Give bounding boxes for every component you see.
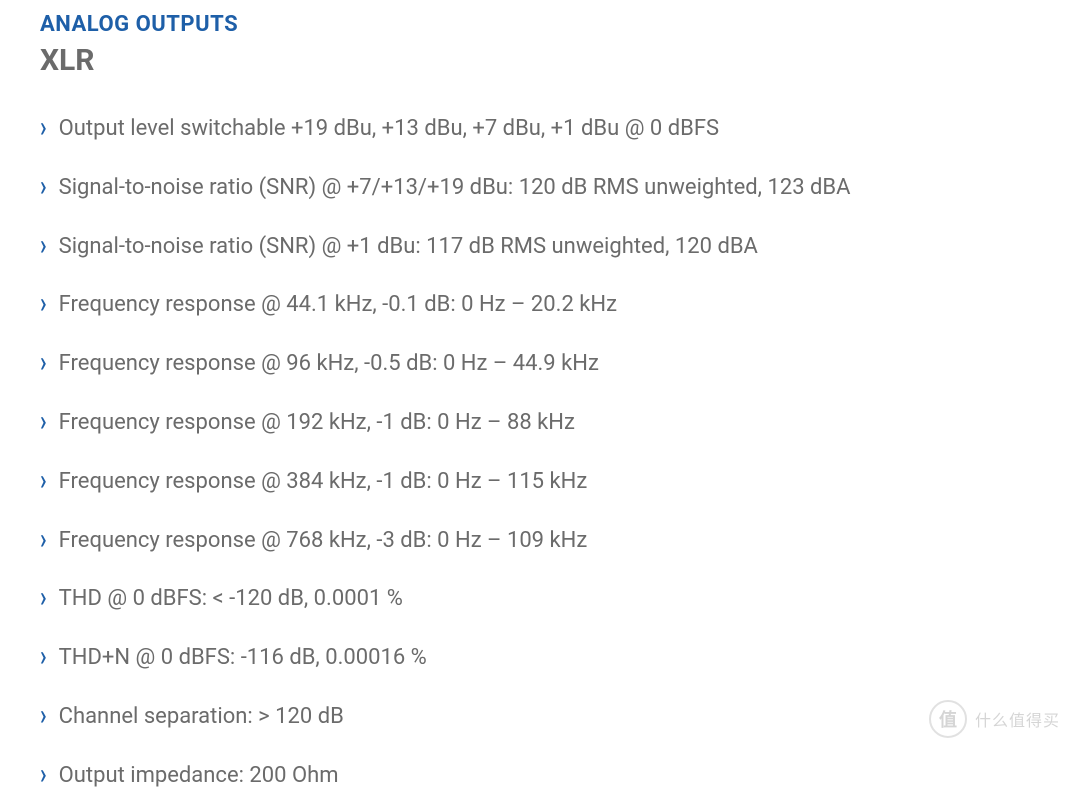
- list-item: › Output level switchable +19 dBu, +13 d…: [40, 114, 1040, 145]
- list-item: › Channel separation: > 120 dB: [40, 702, 1040, 733]
- chevron-right-icon: ›: [40, 227, 47, 267]
- spec-text: Output impedance: 200 Ohm: [59, 761, 339, 792]
- watermark: 值 什么值得买: [929, 700, 1060, 738]
- spec-text: Frequency response @ 384 kHz, -1 dB: 0 H…: [59, 467, 588, 498]
- spec-text: THD+N @ 0 dBFS: -116 dB, 0.00016 %: [59, 643, 427, 674]
- chevron-right-icon: ›: [40, 286, 47, 326]
- list-item: › Frequency response @ 96 kHz, -0.5 dB: …: [40, 349, 1040, 380]
- list-item: › Frequency response @ 192 kHz, -1 dB: 0…: [40, 408, 1040, 439]
- list-item: › Frequency response @ 384 kHz, -1 dB: 0…: [40, 467, 1040, 498]
- list-item: › Signal-to-noise ratio (SNR) @ +7/+13/+…: [40, 173, 1040, 204]
- chevron-right-icon: ›: [40, 403, 47, 443]
- spec-text: Signal-to-noise ratio (SNR) @ +7/+13/+19…: [59, 173, 851, 204]
- spec-text: Output level switchable +19 dBu, +13 dBu…: [59, 114, 719, 145]
- spec-list: › Output level switchable +19 dBu, +13 d…: [40, 114, 1040, 792]
- list-item: › THD+N @ 0 dBFS: -116 dB, 0.00016 %: [40, 643, 1040, 674]
- spec-text: Frequency response @ 44.1 kHz, -0.1 dB: …: [59, 290, 617, 321]
- spec-text: Channel separation: > 120 dB: [59, 702, 344, 733]
- chevron-right-icon: ›: [40, 345, 47, 385]
- spec-text: Frequency response @ 768 kHz, -3 dB: 0 H…: [59, 526, 588, 557]
- chevron-right-icon: ›: [40, 639, 47, 679]
- chevron-right-icon: ›: [40, 697, 47, 737]
- chevron-right-icon: ›: [40, 580, 47, 620]
- chevron-right-icon: ›: [40, 462, 47, 502]
- spec-text: THD @ 0 dBFS: < -120 dB, 0.0001 %: [59, 584, 403, 615]
- list-item: › THD @ 0 dBFS: < -120 dB, 0.0001 %: [40, 584, 1040, 615]
- spec-text: Frequency response @ 192 kHz, -1 dB: 0 H…: [59, 408, 575, 439]
- chevron-right-icon: ›: [40, 521, 47, 561]
- chevron-right-icon: ›: [40, 756, 47, 796]
- list-item: › Frequency response @ 768 kHz, -3 dB: 0…: [40, 526, 1040, 557]
- section-subheader: XLR: [40, 43, 1040, 78]
- list-item: › Signal-to-noise ratio (SNR) @ +1 dBu: …: [40, 232, 1040, 263]
- spec-text: Signal-to-noise ratio (SNR) @ +1 dBu: 11…: [59, 232, 758, 263]
- list-item: › Frequency response @ 44.1 kHz, -0.1 dB…: [40, 290, 1040, 321]
- section-header: ANALOG OUTPUTS: [40, 12, 1040, 37]
- watermark-text: 什么值得买: [975, 707, 1060, 731]
- chevron-right-icon: ›: [40, 168, 47, 208]
- watermark-badge-icon: 值: [929, 700, 967, 738]
- chevron-right-icon: ›: [40, 109, 47, 149]
- spec-text: Frequency response @ 96 kHz, -0.5 dB: 0 …: [59, 349, 599, 380]
- list-item: › Output impedance: 200 Ohm: [40, 761, 1040, 792]
